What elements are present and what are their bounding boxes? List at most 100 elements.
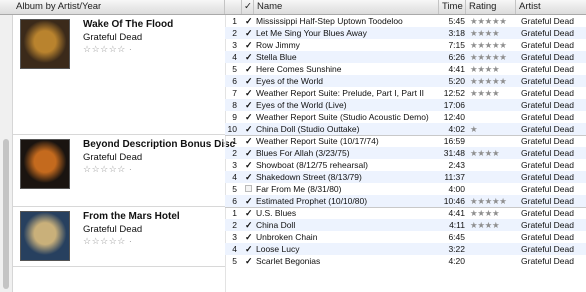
track-row[interactable]: 5 Far From Me (8/31/80) 4:00 Grateful Dead: [225, 183, 586, 195]
vertical-scrollbar[interactable]: [0, 15, 13, 292]
track-row[interactable]: 5 ✓ Here Comes Sunshine 4:41 ★★★★ Grateful De…: [225, 63, 586, 75]
checkmark-icon[interactable]: ✓: [245, 64, 253, 74]
checkmark-icon[interactable]: ✓: [245, 52, 253, 62]
album-rating[interactable]: ☆☆☆☆☆ ·: [83, 164, 132, 175]
track-row[interactable]: 6 ✓ Eyes of the World 5:20 ★★★★★ Grateful Dea…: [225, 75, 586, 87]
track-checkbox[interactable]: ✓: [245, 39, 255, 51]
checkmark-icon[interactable]: ✓: [245, 100, 253, 110]
checkmark-icon[interactable]: ✓: [245, 148, 253, 158]
album-artwork[interactable]: [20, 19, 70, 69]
track-row[interactable]: 4 ✓ Stella Blue 6:26 ★★★★★ Grateful Dead: [225, 51, 586, 63]
track-checkbox[interactable]: ✓: [245, 27, 255, 39]
track-checkbox[interactable]: ✓: [245, 243, 255, 255]
track-rating[interactable]: ★★★★: [470, 63, 518, 75]
checkmark-icon[interactable]: ✓: [245, 88, 253, 98]
track-rating[interactable]: ★★★★★: [470, 15, 518, 27]
track-checkbox[interactable]: ✓: [245, 99, 255, 111]
track-rating[interactable]: ★★★★★: [470, 39, 518, 51]
track-checkbox[interactable]: ✓: [245, 147, 255, 159]
checkmark-icon[interactable]: ✓: [245, 244, 253, 254]
track-checkbox[interactable]: ✓: [245, 111, 255, 123]
checkmark-icon[interactable]: ✓: [245, 76, 253, 86]
album-artwork[interactable]: [20, 211, 70, 261]
track-checkbox[interactable]: ✓: [245, 51, 255, 63]
album-rating[interactable]: ☆☆☆☆☆ ·: [83, 236, 132, 247]
track-checkbox[interactable]: ✓: [245, 171, 255, 183]
checkmark-icon[interactable]: ✓: [245, 196, 253, 206]
checkmark-icon[interactable]: ✓: [245, 112, 253, 122]
album-artwork[interactable]: [20, 139, 70, 189]
checkmark-icon[interactable]: ✓: [245, 172, 253, 182]
track-checkbox[interactable]: ✓: [245, 255, 255, 267]
track-row[interactable]: 2 ✓ China Doll 4:11 ★★★★ Grateful Dead: [225, 219, 586, 231]
track-row[interactable]: 7 ✓ Weather Report Suite: Prelude, Part I,…: [225, 87, 586, 99]
track-rating[interactable]: ★★★★: [470, 27, 518, 39]
track-rating[interactable]: ★★★★: [470, 219, 518, 231]
track-row[interactable]: 10 ✓ China Doll (Studio Outtake) 4:02 ★ Grate…: [225, 123, 586, 135]
track-rating[interactable]: [470, 135, 518, 147]
checkmark-icon[interactable]: ✓: [245, 16, 253, 26]
checkmark-icon[interactable]: ✓: [245, 208, 253, 218]
track-rating[interactable]: [470, 159, 518, 171]
track-row[interactable]: 3 ✓ Showboat (8/12/75 rehearsal) 2:43 Gratef…: [225, 159, 586, 171]
track-rating[interactable]: [470, 231, 518, 243]
scrollbar-thumb[interactable]: [3, 139, 9, 289]
track-checkbox[interactable]: ✓: [245, 87, 255, 99]
track-rating[interactable]: [470, 255, 518, 267]
track-checkbox[interactable]: ✓: [245, 15, 255, 27]
track-row[interactable]: 5 ✓ Scarlet Begonias 4:20 Grateful Dead: [225, 255, 586, 267]
track-row[interactable]: 9 ✓ Weather Report Suite (Studio Acoustic …: [225, 111, 586, 123]
empty-checkbox-icon[interactable]: [245, 185, 252, 192]
album-group[interactable]: Beyond Description Bonus Disc Grateful De…: [13, 135, 235, 207]
track-checkbox[interactable]: ✓: [245, 207, 255, 219]
track-row[interactable]: 2 ✓ Let Me Sing Your Blues Away 3:18 ★★★★ Gra…: [225, 27, 586, 39]
track-checkbox[interactable]: ✓: [245, 159, 255, 171]
track-rating[interactable]: [470, 183, 518, 195]
checkmark-icon[interactable]: ✓: [245, 28, 253, 38]
track-rating[interactable]: ★★★★: [470, 147, 518, 159]
track-rating[interactable]: [470, 171, 518, 183]
track-rating[interactable]: ★★★★★: [470, 195, 518, 207]
track-rating[interactable]: ★★★★★: [470, 51, 518, 63]
checkmark-icon[interactable]: ✓: [245, 232, 253, 242]
album-group[interactable]: Wake Of The Flood Grateful Dead ☆☆☆☆☆ ·: [13, 15, 225, 135]
track-checkbox[interactable]: ✓: [245, 195, 255, 207]
track-row[interactable]: 3 ✓ Unbroken Chain 6:45 Grateful Dead: [225, 231, 586, 243]
checkmark-icon[interactable]: ✓: [245, 160, 253, 170]
track-checkbox[interactable]: [245, 183, 255, 195]
track-row[interactable]: 2 ✓ Blues For Allah (3/23/75) 31:48 ★★★★ Grat…: [225, 147, 586, 159]
track-rating[interactable]: ★: [470, 123, 518, 135]
track-row[interactable]: 4 ✓ Shakedown Street (8/13/79) 11:37 Gratefu…: [225, 171, 586, 183]
checkmark-icon[interactable]: ✓: [245, 136, 253, 146]
track-row[interactable]: 1 ✓ U.S. Blues 4:41 ★★★★ Grateful Dead: [225, 207, 586, 219]
header-name[interactable]: Name: [254, 0, 439, 14]
track-checkbox[interactable]: ✓: [245, 135, 255, 147]
track-row[interactable]: 1 ✓ Weather Report Suite (10/17/74) 16:59 Gr…: [225, 135, 586, 147]
track-checkbox[interactable]: ✓: [245, 231, 255, 243]
checkmark-icon[interactable]: ✓: [245, 220, 253, 230]
track-checkbox[interactable]: ✓: [245, 63, 255, 75]
track-rating[interactable]: ★★★★★: [470, 75, 518, 87]
track-checkbox[interactable]: ✓: [245, 123, 255, 135]
track-row[interactable]: 3 ✓ Row Jimmy 7:15 ★★★★★ Grateful Dead: [225, 39, 586, 51]
track-rating[interactable]: [470, 243, 518, 255]
checkmark-icon[interactable]: ✓: [245, 124, 253, 134]
header-time[interactable]: Time: [439, 0, 466, 14]
checkmark-icon[interactable]: ✓: [245, 256, 253, 266]
track-row[interactable]: 6 ✓ Estimated Prophet (10/10/80) 10:46 ★★★★★…: [225, 195, 586, 207]
track-rating[interactable]: [470, 111, 518, 123]
album-rating[interactable]: ☆☆☆☆☆ ·: [83, 44, 132, 55]
track-rating[interactable]: ★★★★: [470, 207, 518, 219]
album-group[interactable]: From the Mars Hotel Grateful Dead ☆☆☆☆☆ ·: [13, 207, 225, 267]
header-album[interactable]: Album by Artist/Year: [13, 0, 225, 14]
header-check[interactable]: ✓: [242, 0, 254, 14]
header-rating[interactable]: Rating: [466, 0, 516, 14]
track-row[interactable]: 4 ✓ Loose Lucy 3:22 Grateful Dead: [225, 243, 586, 255]
track-rating[interactable]: ★★★★: [470, 87, 518, 99]
track-checkbox[interactable]: ✓: [245, 219, 255, 231]
track-row[interactable]: 8 ✓ Eyes of the World (Live) 17:06 Grateful …: [225, 99, 586, 111]
track-rating[interactable]: [470, 99, 518, 111]
header-number[interactable]: [225, 0, 242, 14]
header-artist[interactable]: Artist: [516, 0, 586, 14]
checkmark-icon[interactable]: ✓: [245, 40, 253, 50]
